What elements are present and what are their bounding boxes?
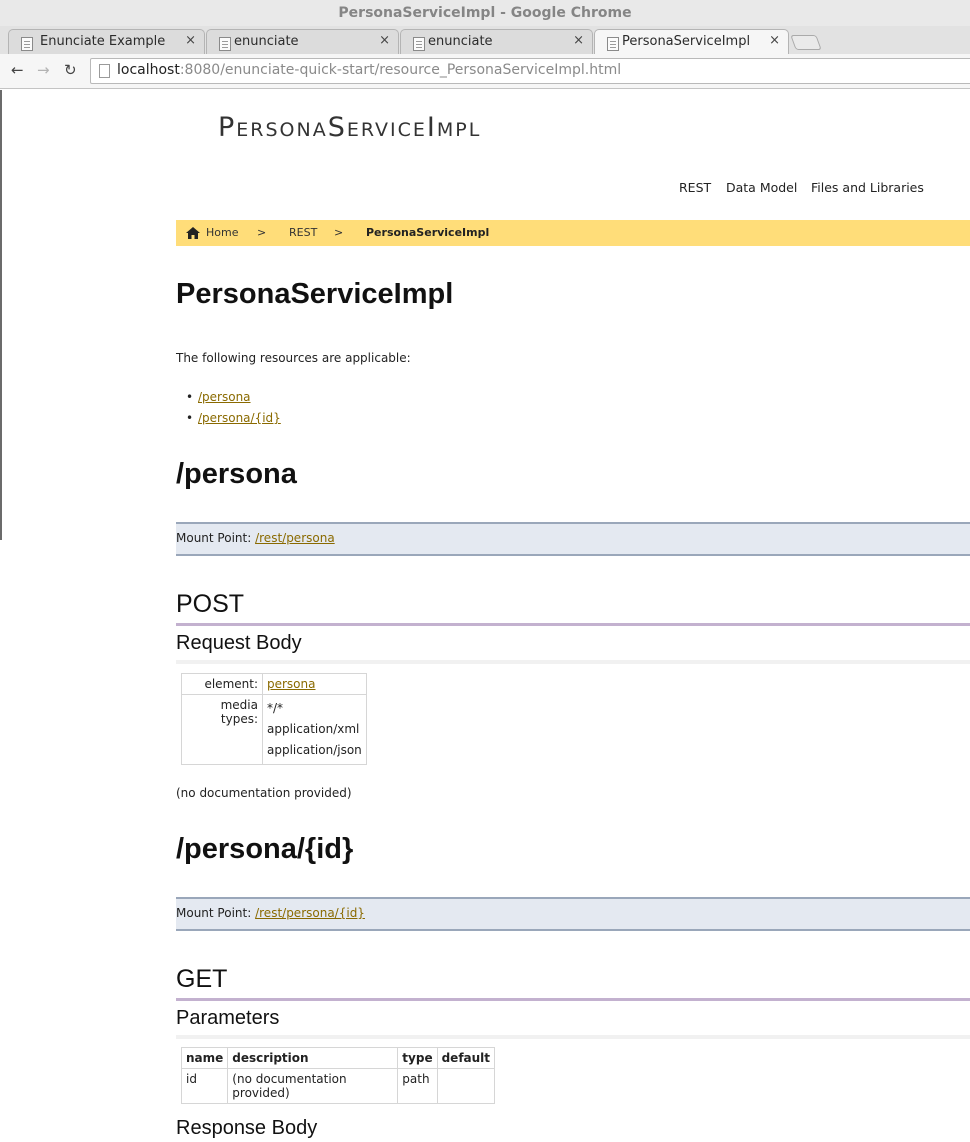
resource-title-persona-id: /persona/{id} <box>176 833 354 865</box>
tab-label: Enunciate Example <box>40 34 166 49</box>
media-types-label: media types: <box>181 694 263 765</box>
tab-label: PersonaServiceImpl <box>622 34 751 49</box>
element-label: element: <box>181 673 263 695</box>
page-icon <box>219 37 231 51</box>
mount-point-label: Mount Point: <box>176 531 252 545</box>
forward-icon[interactable]: → <box>37 61 50 79</box>
nav-rest[interactable]: REST <box>679 180 711 195</box>
home-icon[interactable] <box>186 227 200 239</box>
intro-text: The following resources are applicable: <box>176 351 411 365</box>
param-default <box>436 1068 496 1104</box>
param-type: path <box>397 1068 438 1104</box>
response-body-heading: Response Body <box>176 1117 318 1139</box>
request-body-heading: Request Body <box>176 632 302 654</box>
media-type: application/xml <box>267 722 360 736</box>
page-icon <box>21 37 33 51</box>
toolbar: ← → ↻ localhost:8080/enunciate-quick-sta… <box>0 54 970 89</box>
method-divider <box>176 998 970 1001</box>
resource-link-persona-id[interactable]: /persona/{id} <box>198 411 281 425</box>
request-body-table: element: persona media types: */* applic… <box>181 673 367 765</box>
tab-label: enunciate <box>234 34 299 49</box>
breadcrumb: Home > REST > PersonaServiceImpl <box>176 220 970 246</box>
tab-label: enunciate <box>428 34 493 49</box>
breadcrumb-rest[interactable]: REST <box>289 226 317 239</box>
browser-window: PersonaServiceImpl - Google Chrome Enunc… <box>0 0 970 1142</box>
resource-link-persona[interactable]: /persona <box>198 390 251 404</box>
tab-enunciate-1[interactable]: enunciate × <box>206 29 399 55</box>
tab-personaserviceimpl[interactable]: PersonaServiceImpl × <box>594 29 789 56</box>
column-header-name: name <box>180 1047 229 1069</box>
table-row: element: persona <box>181 673 367 695</box>
section-divider <box>176 1035 970 1039</box>
close-icon[interactable]: × <box>379 33 390 48</box>
section-divider <box>176 660 970 664</box>
nav-files-and-libraries[interactable]: Files and Libraries <box>811 180 924 195</box>
tab-strip: Enunciate Example × enunciate × enunciat… <box>0 26 970 56</box>
media-types-cell: */* application/xml application/json <box>262 694 367 765</box>
tab-enunciate-2[interactable]: enunciate × <box>400 29 593 55</box>
mount-point-bar: Mount Point: /rest/persona/{id} <box>176 897 970 931</box>
page-icon <box>607 37 619 51</box>
breadcrumb-current: PersonaServiceImpl <box>366 226 490 239</box>
media-type: */* <box>267 701 284 715</box>
back-icon[interactable]: ← <box>11 61 24 79</box>
column-header-default: default <box>436 1047 496 1069</box>
mount-point-bar: Mount Point: /rest/persona <box>176 522 970 556</box>
element-link-persona[interactable]: persona <box>267 677 316 691</box>
address-bar[interactable]: localhost:8080/enunciate-quick-start/res… <box>90 58 970 84</box>
tab-enunciate-example[interactable]: Enunciate Example × <box>8 29 205 55</box>
reload-icon[interactable]: ↻ <box>64 61 77 79</box>
column-header-type: type <box>397 1047 438 1069</box>
param-name: id <box>180 1068 229 1104</box>
media-type: application/json <box>267 743 362 757</box>
url-path: :8080/enunciate-quick-start/resource_Per… <box>179 62 622 78</box>
method-post-heading: POST <box>176 590 245 618</box>
new-tab-button[interactable] <box>790 35 822 50</box>
table-header-row: name description type default <box>180 1047 496 1069</box>
parameters-heading: Parameters <box>176 1007 280 1029</box>
url-host: localhost <box>117 62 180 78</box>
close-icon[interactable]: × <box>185 33 196 48</box>
breadcrumb-separator: > <box>257 226 267 239</box>
mount-point-text: Mount Point: /rest/persona/{id} <box>176 906 365 920</box>
mount-point-text: Mount Point: /rest/persona <box>176 531 335 545</box>
page-content: PersonaServiceImpl REST Data Model Files… <box>0 90 970 1142</box>
method-get-heading: GET <box>176 965 228 993</box>
param-description: (no documentation provided) <box>227 1068 399 1104</box>
mount-point-label: Mount Point: <box>176 906 252 920</box>
resource-title-persona: /persona <box>176 458 297 490</box>
window-title: PersonaServiceImpl - Google Chrome <box>338 5 632 21</box>
method-divider <box>176 623 970 626</box>
mount-point-link[interactable]: /rest/persona <box>255 531 335 545</box>
close-icon[interactable]: × <box>769 33 780 48</box>
site-title[interactable]: PersonaServiceImpl <box>218 112 481 143</box>
breadcrumb-separator: > <box>334 226 344 239</box>
page-icon <box>99 64 110 78</box>
list-bullet: • <box>186 411 194 425</box>
list-bullet: • <box>186 390 194 404</box>
nav-data-model[interactable]: Data Model <box>726 180 797 195</box>
mount-point-link[interactable]: /rest/persona/{id} <box>255 906 365 920</box>
no-documentation-text: (no documentation provided) <box>176 786 352 800</box>
table-row: id (no documentation provided) path <box>180 1068 496 1104</box>
close-icon[interactable]: × <box>573 33 584 48</box>
url-text[interactable]: localhost:8080/enunciate-quick-start/res… <box>117 62 621 78</box>
page-title: PersonaServiceImpl <box>176 278 454 310</box>
column-header-description: description <box>227 1047 399 1069</box>
title-bar: PersonaServiceImpl - Google Chrome <box>0 0 970 26</box>
breadcrumb-home[interactable]: Home <box>206 226 238 239</box>
table-row: media types: */* application/xml applica… <box>181 694 367 765</box>
parameters-table: name description type default id (no doc… <box>180 1047 496 1104</box>
page-icon <box>413 37 425 51</box>
